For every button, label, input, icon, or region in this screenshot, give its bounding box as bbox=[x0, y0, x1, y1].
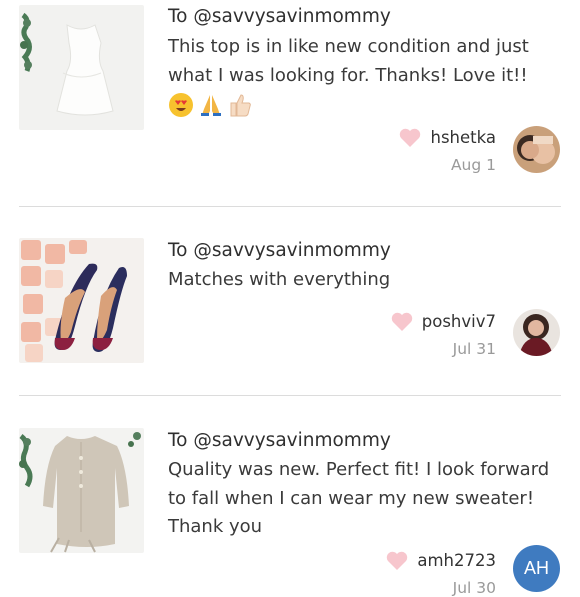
recipient-label: To @savvysavinmommy bbox=[168, 6, 391, 27]
commenter-username[interactable]: hshetka bbox=[430, 128, 496, 147]
listing-thumbnail[interactable] bbox=[19, 5, 144, 130]
recipient-label: To @savvysavinmommy bbox=[168, 430, 391, 451]
comment-date: Jul 30 bbox=[452, 579, 496, 597]
avatar[interactable] bbox=[513, 126, 560, 173]
folded-hands-icon bbox=[201, 95, 221, 116]
avatar-photo-icon bbox=[513, 126, 560, 173]
listing-thumbnail[interactable] bbox=[19, 428, 144, 553]
heart-icon[interactable] bbox=[398, 126, 422, 148]
avatar[interactable] bbox=[513, 309, 560, 356]
comment-meta: hshetka Aug 1 bbox=[398, 126, 496, 174]
flats-shoes-image bbox=[19, 238, 144, 363]
thumbs-up-icon bbox=[230, 94, 251, 117]
commenter-username[interactable]: poshviv7 bbox=[422, 312, 496, 331]
comment-date: Aug 1 bbox=[450, 156, 496, 174]
white-top-image bbox=[19, 5, 144, 130]
divider bbox=[19, 206, 561, 207]
commenter-username[interactable]: amh2723 bbox=[417, 551, 496, 570]
avatar-photo-icon bbox=[513, 309, 560, 356]
divider bbox=[19, 395, 561, 396]
recipient-label: To @savvysavinmommy bbox=[168, 240, 391, 261]
avatar-initials: AH bbox=[523, 558, 549, 578]
comment-text: This top is in like new condition and ju… bbox=[168, 33, 563, 118]
comment-date: Jul 31 bbox=[452, 340, 496, 358]
heart-eyes-emoji-icon bbox=[169, 93, 193, 117]
comment-meta: poshviv7 Jul 31 bbox=[390, 310, 496, 358]
comment-message: Quality was new. Perfect fit! I look for… bbox=[168, 459, 550, 537]
comment-message: This top is in like new condition and ju… bbox=[168, 36, 529, 86]
avatar[interactable]: AH bbox=[513, 545, 560, 592]
heart-icon[interactable] bbox=[385, 549, 409, 571]
comment-message: Matches with everything bbox=[168, 269, 391, 290]
heart-icon[interactable] bbox=[390, 310, 414, 332]
listing-thumbnail[interactable] bbox=[19, 238, 144, 363]
comment-meta: amh2723 Jul 30 bbox=[385, 549, 496, 597]
sweater-image bbox=[19, 428, 144, 553]
emoji-row bbox=[168, 92, 563, 118]
